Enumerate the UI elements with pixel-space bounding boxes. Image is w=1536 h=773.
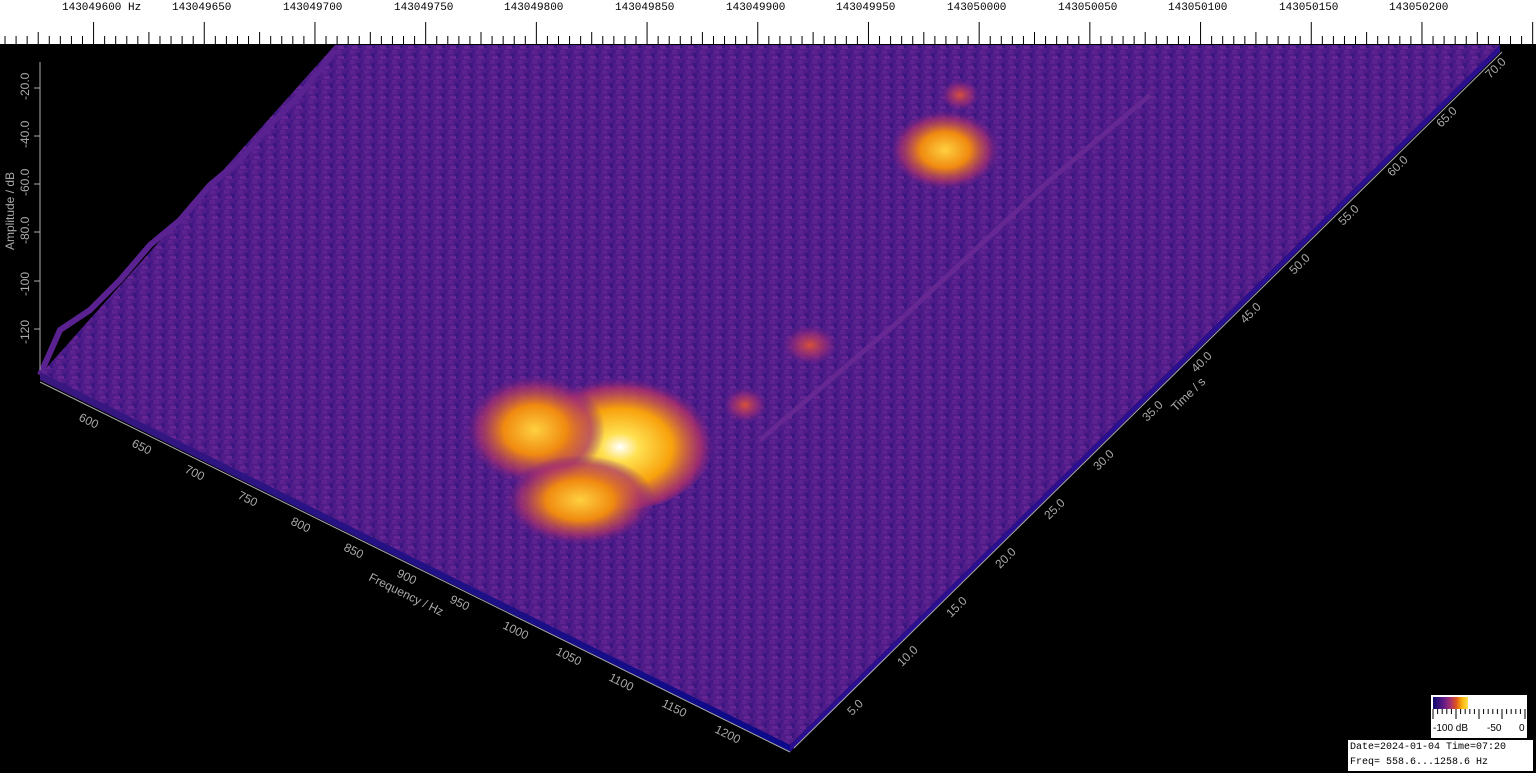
amplitude-axis-title: Amplitude / dB	[3, 172, 17, 250]
amp-tick: -80.0	[18, 216, 32, 244]
date-time-text: Date=2024-01-04 Time=07:20	[1350, 742, 1507, 753]
ruler-label: 143050050	[1058, 2, 1118, 14]
ruler-label: 143049900	[726, 2, 786, 14]
time-tick: 10.0	[894, 643, 921, 670]
ruler-label: 143049950	[836, 2, 896, 14]
frequency-range-text: Freq= 558.6...1258.6 Hz	[1350, 757, 1489, 768]
color-scale-label: 0	[1519, 723, 1525, 734]
color-scale-label: -100 dB	[1433, 723, 1469, 734]
spectrum-surface	[40, 45, 1500, 745]
waterfall-3d-plot: -20.0 -40.0 -60.0 -80.0 -100 -120 Amplit…	[3, 45, 1509, 753]
color-scale-gradient	[1433, 697, 1468, 709]
ruler-label: 143050000	[947, 2, 1007, 14]
freq-tick: 850	[342, 540, 366, 562]
color-scale-legend: -100 dB -50 0	[1431, 695, 1527, 738]
amp-tick: -120	[18, 320, 32, 344]
ruler-label: 143049800	[504, 2, 564, 14]
ruler-label: 143049650	[172, 2, 232, 14]
peak-small-1	[782, 325, 838, 365]
color-scale-label: -50	[1487, 723, 1502, 734]
info-box: Date=2024-01-04 Time=07:20 Freq= 558.6..…	[1348, 740, 1533, 771]
peak-upper-right	[890, 110, 1000, 190]
amplitude-tick-labels: -20.0 -40.0 -60.0 -80.0 -100 -120	[18, 72, 32, 344]
freq-tick: 800	[289, 514, 313, 536]
ruler-label: 143050100	[1168, 2, 1228, 14]
freq-tick: 700	[183, 462, 207, 484]
freq-tick: 600	[77, 410, 101, 432]
frequency-ruler: 143049600 Hz 143049650 143049700 1430497…	[0, 0, 1536, 44]
ruler-label: 143050150	[1279, 2, 1339, 14]
amp-tick: -20.0	[18, 72, 32, 100]
amp-tick: -60.0	[18, 168, 32, 196]
amplitude-axis-ticks	[34, 87, 40, 330]
amp-tick: -40.0	[18, 120, 32, 148]
freq-tick: 750	[236, 488, 260, 510]
time-tick: 5.0	[844, 696, 866, 718]
ruler-label: 143049850	[615, 2, 675, 14]
peak-small-2	[723, 387, 767, 423]
peak-main-lower	[505, 455, 655, 545]
freq-tick: 650	[130, 436, 154, 458]
peak-small-3	[940, 79, 980, 111]
ruler-label: 143049700	[283, 2, 343, 14]
time-axis-title: Time / s	[1168, 375, 1208, 415]
freq-tick: 950	[448, 592, 472, 614]
color-scale-ticks	[1432, 709, 1526, 719]
ruler-label: 143050200	[1389, 2, 1449, 14]
ruler-label: 143049750	[394, 2, 454, 14]
amp-tick: -100	[18, 272, 32, 296]
ruler-label: 143049600 Hz	[62, 2, 142, 14]
